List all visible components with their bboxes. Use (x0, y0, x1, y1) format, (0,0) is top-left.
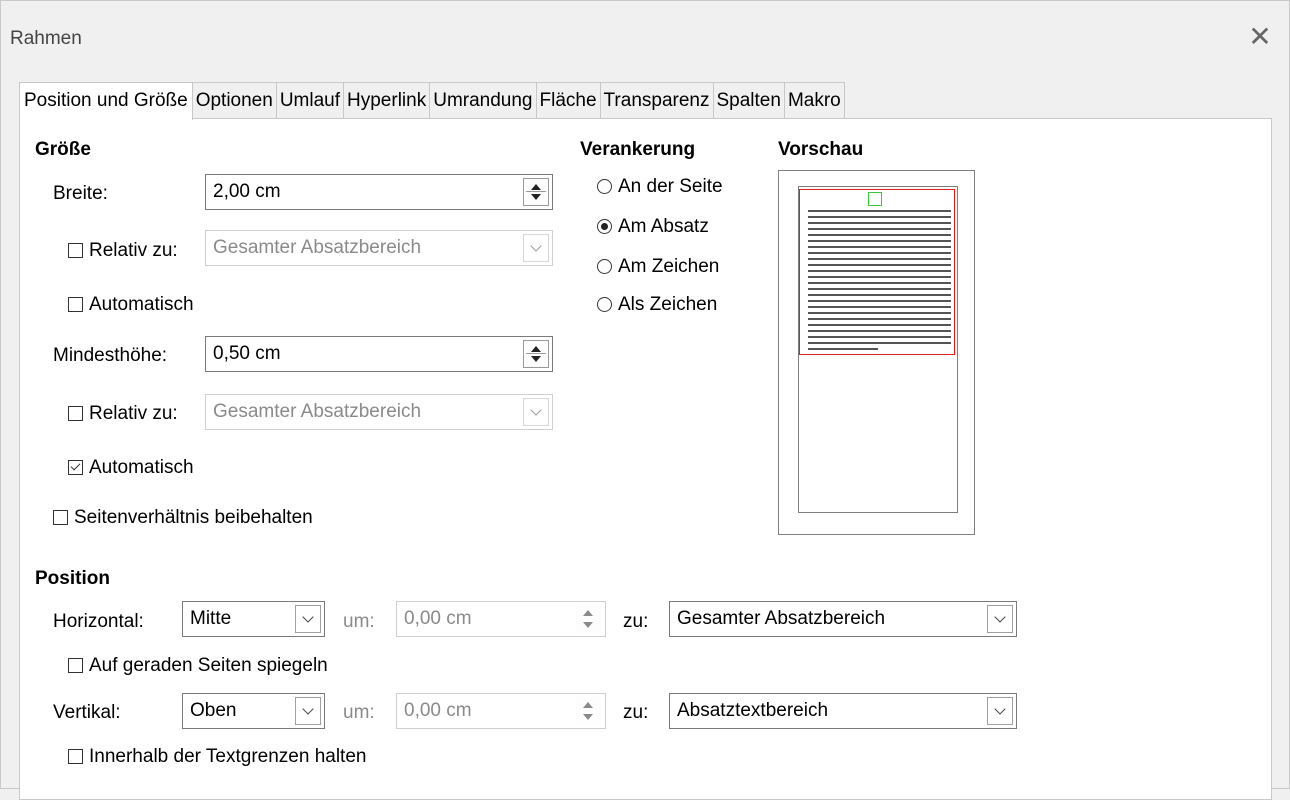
width-spinner[interactable] (523, 178, 549, 206)
checkbox-icon (68, 658, 83, 673)
checkbox-icon (68, 243, 83, 258)
tab-hyperlink[interactable]: Hyperlink (343, 82, 431, 118)
anchor-heading: Verankerung (580, 139, 696, 160)
horizontal-label: Horizontal: (53, 611, 144, 632)
mirror-label: Auf geraden Seiten spiegeln (89, 655, 328, 676)
anchor-page-label: An der Seite (618, 176, 723, 197)
size-heading: Größe (35, 139, 91, 160)
chevron-down-icon[interactable] (987, 697, 1013, 725)
tab-strip: Position und Größe Optionen Umlauf Hyper… (19, 82, 845, 120)
vertical-by-spinner[interactable] (576, 697, 602, 725)
tab-columns[interactable]: Spalten (712, 82, 785, 118)
checkbox-icon (68, 406, 83, 421)
minheight-spinner[interactable] (523, 340, 549, 368)
height-relative-checkbox[interactable]: Relativ zu: (68, 403, 178, 425)
height-auto-label: Automatisch (89, 457, 194, 478)
height-auto-checkbox[interactable]: Automatisch (68, 457, 194, 479)
minheight-field[interactable]: 0,50 cm (205, 336, 553, 372)
anchor-char-label: Am Zeichen (618, 256, 720, 277)
width-auto-checkbox[interactable]: Automatisch (68, 294, 194, 316)
tab-wrap[interactable]: Umlauf (275, 82, 345, 118)
preview-frame-anchor (868, 192, 882, 206)
anchor-as-char-label: Als Zeichen (618, 294, 718, 315)
radio-icon (597, 179, 612, 194)
width-label: Breite: (53, 183, 108, 204)
chevron-down-icon[interactable] (523, 234, 549, 262)
anchor-char-radio[interactable]: Am Zeichen (597, 256, 719, 278)
tab-options[interactable]: Optionen (191, 82, 277, 118)
vertical-combo[interactable]: Oben (182, 693, 325, 729)
vertical-by-value: 0,00 cm (404, 700, 472, 721)
height-relative-value: Gesamter Absatzbereich (213, 401, 422, 422)
height-relative-combo[interactable]: Gesamter Absatzbereich (205, 394, 553, 430)
dialog-title: Rahmen (10, 28, 82, 49)
minheight-label: Mindesthöhe: (53, 345, 168, 366)
width-relative-value: Gesamter Absatzbereich (213, 237, 422, 258)
vertical-to-value: Absatztextbereich (677, 700, 829, 721)
radio-selected-icon (597, 219, 612, 234)
horizontal-by-spinner[interactable] (576, 605, 602, 633)
horizontal-by-field[interactable]: 0,00 cm (396, 601, 606, 637)
keep-ratio-label: Seitenverhältnis beibehalten (74, 507, 313, 528)
width-relative-label: Relativ zu: (89, 240, 178, 261)
vertical-by-field[interactable]: 0,00 cm (396, 693, 606, 729)
chevron-down-icon[interactable] (295, 697, 321, 725)
anchor-page-radio[interactable]: An der Seite (597, 176, 723, 198)
vertical-to-label: zu: (623, 702, 649, 723)
checkbox-checked-icon (68, 460, 83, 475)
close-icon[interactable]: ✕ (1245, 22, 1275, 52)
chevron-down-icon[interactable] (987, 605, 1013, 633)
horizontal-to-combo[interactable]: Gesamter Absatzbereich (669, 601, 1017, 637)
vertical-by-label: um: (343, 702, 375, 723)
tab-transparency[interactable]: Transparenz (599, 82, 714, 118)
minheight-value: 0,50 cm (213, 343, 281, 364)
keep-inside-checkbox[interactable]: Innerhalb der Textgrenzen halten (68, 746, 366, 768)
vertical-value: Oben (190, 700, 237, 721)
chevron-down-icon[interactable] (523, 398, 549, 426)
tab-position-size[interactable]: Position und Größe (19, 82, 193, 120)
vertical-label: Vertikal: (53, 702, 121, 723)
horizontal-to-label: zu: (623, 611, 649, 632)
width-relative-combo[interactable]: Gesamter Absatzbereich (205, 230, 553, 266)
preview-heading: Vorschau (778, 139, 864, 160)
horizontal-to-value: Gesamter Absatzbereich (677, 608, 886, 629)
keep-inside-label: Innerhalb der Textgrenzen halten (89, 746, 367, 767)
checkbox-icon (68, 297, 83, 312)
horizontal-by-value: 0,00 cm (404, 608, 472, 629)
height-relative-label: Relativ zu: (89, 403, 178, 424)
width-value: 2,00 cm (213, 181, 281, 202)
horizontal-by-label: um: (343, 611, 375, 632)
horizontal-combo[interactable]: Mitte (182, 601, 325, 637)
radio-icon (597, 259, 612, 274)
tab-macro[interactable]: Makro (783, 82, 845, 118)
anchor-paragraph-label: Am Absatz (618, 216, 709, 237)
width-auto-label: Automatisch (89, 294, 194, 315)
width-relative-checkbox[interactable]: Relativ zu: (68, 240, 178, 262)
mirror-checkbox[interactable]: Auf geraden Seiten spiegeln (68, 655, 328, 677)
horizontal-value: Mitte (190, 608, 232, 629)
anchor-as-char-radio[interactable]: Als Zeichen (597, 294, 717, 316)
tab-borders[interactable]: Umrandung (429, 82, 537, 118)
checkbox-icon (68, 749, 83, 764)
preview-frame-rect (799, 189, 955, 355)
tab-area[interactable]: Fläche (535, 82, 601, 118)
keep-ratio-checkbox[interactable]: Seitenverhältnis beibehalten (53, 507, 313, 529)
vertical-to-combo[interactable]: Absatztextbereich (669, 693, 1017, 729)
checkbox-icon (53, 510, 68, 525)
chevron-down-icon[interactable] (295, 605, 321, 633)
anchor-paragraph-radio[interactable]: Am Absatz (597, 216, 709, 238)
radio-icon (597, 297, 612, 312)
width-field[interactable]: 2,00 cm (205, 174, 553, 210)
position-heading: Position (35, 568, 110, 589)
